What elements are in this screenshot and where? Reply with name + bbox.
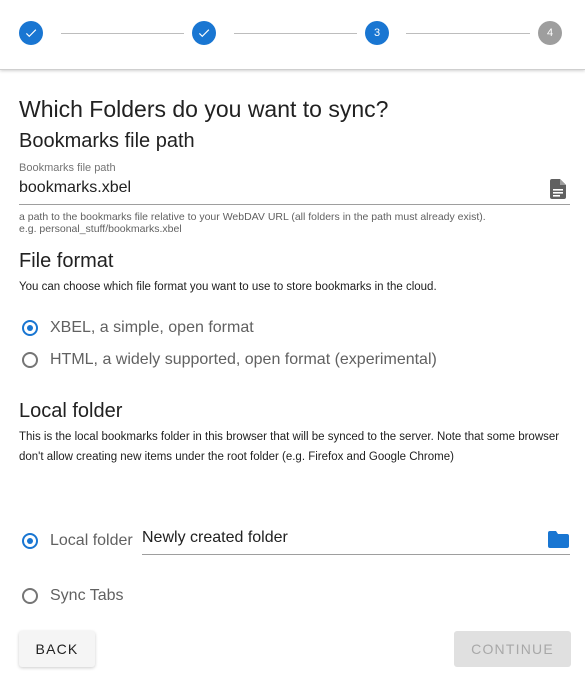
step-2-complete[interactable] xyxy=(192,21,216,45)
step-3-active[interactable]: 3 xyxy=(365,21,389,45)
file-document-icon[interactable] xyxy=(550,179,566,199)
radio-html[interactable] xyxy=(22,352,38,368)
step-connector xyxy=(234,33,357,34)
stepper-header: 3 4 xyxy=(0,0,585,70)
local-folder-input[interactable]: Newly created folder xyxy=(142,529,288,547)
step-1-complete[interactable] xyxy=(19,21,43,45)
radio-sync-tabs-label[interactable]: Sync Tabs xyxy=(50,587,124,605)
radio-local-folder-label[interactable]: Local folder xyxy=(50,532,133,550)
step-4-inactive[interactable]: 4 xyxy=(538,21,562,45)
step-number: 4 xyxy=(546,27,554,39)
check-icon xyxy=(198,29,210,38)
radio-sync-tabs[interactable] xyxy=(22,588,38,604)
folder-icon[interactable] xyxy=(548,531,569,548)
bookmarks-path-heading: Bookmarks file path xyxy=(19,130,195,152)
step-number: 3 xyxy=(373,27,381,39)
hint-line: e.g. personal_stuff/bookmarks.xbel xyxy=(19,222,182,235)
radio-local-folder[interactable] xyxy=(22,533,38,549)
bookmarks-path-underline xyxy=(19,204,570,205)
hint-line: a path to the bookmarks file relative to… xyxy=(19,211,486,223)
radio-xbel[interactable] xyxy=(22,320,38,336)
file-format-description: You can choose which file format you wan… xyxy=(19,281,437,293)
radio-xbel-label[interactable]: XBEL, a simple, open format xyxy=(50,319,254,337)
continue-button[interactable]: CONTINUE xyxy=(454,631,571,667)
bookmarks-path-input[interactable]: bookmarks.xbel xyxy=(19,179,131,197)
local-folder-heading: Local folder xyxy=(19,400,123,422)
step-connector xyxy=(406,33,530,34)
bookmarks-path-hint: a path to the bookmarks file relative to… xyxy=(19,211,569,235)
step-connector xyxy=(61,33,184,34)
local-folder-underline xyxy=(142,554,570,555)
back-button[interactable]: BACK xyxy=(19,631,95,667)
file-format-heading: File format xyxy=(19,250,114,272)
local-folder-description: This is the local bookmarks folder in th… xyxy=(19,431,560,463)
page-title: Which Folders do you want to sync? xyxy=(19,96,389,122)
bookmarks-path-field-label: Bookmarks file path xyxy=(19,162,116,174)
radio-html-label[interactable]: HTML, a widely supported, open format (e… xyxy=(50,351,437,369)
check-icon xyxy=(25,29,37,38)
